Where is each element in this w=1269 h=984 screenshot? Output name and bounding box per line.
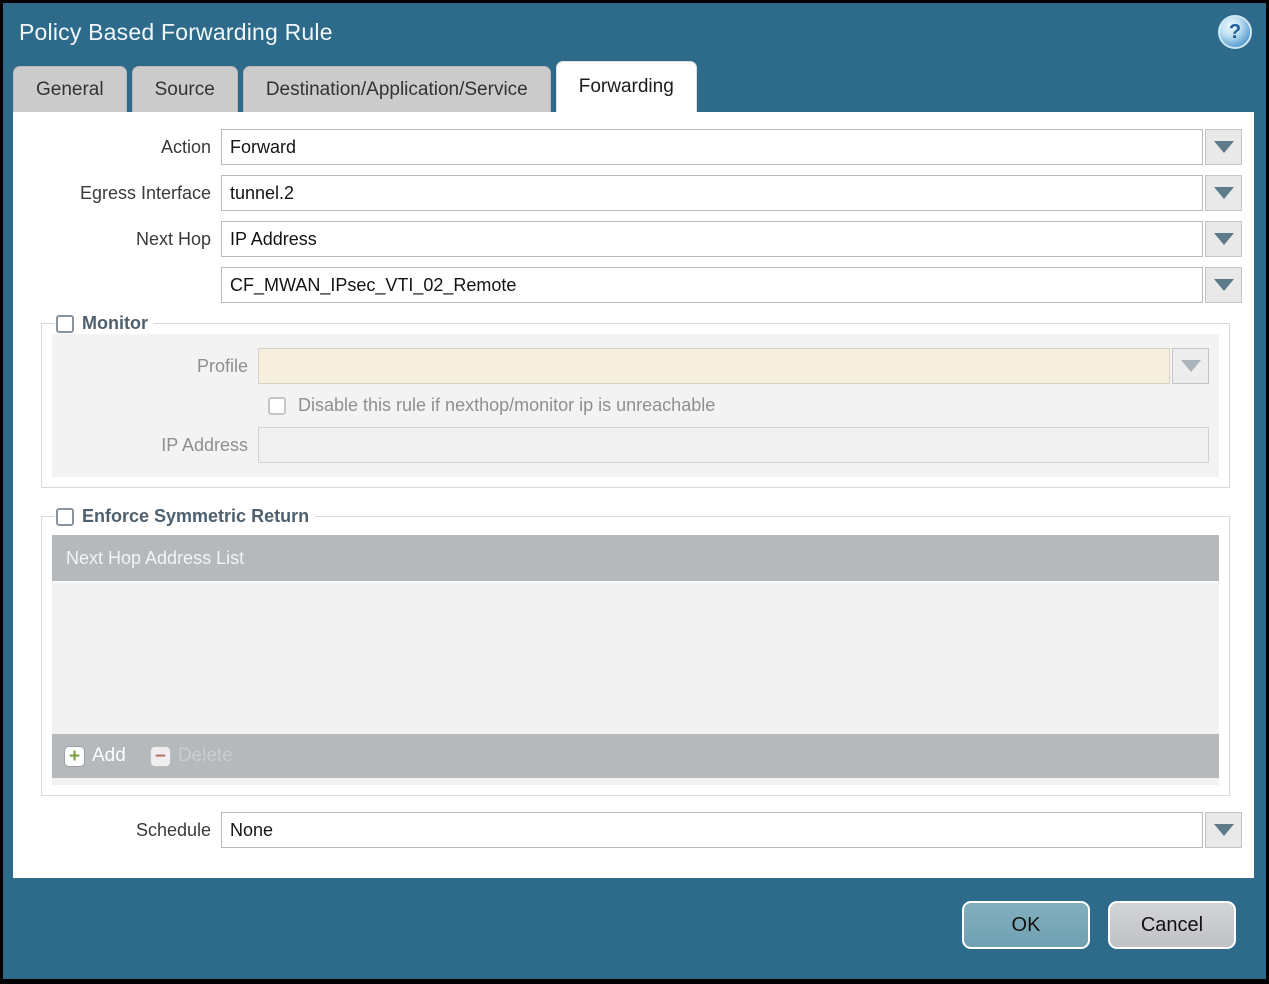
- monitor-label: Monitor: [82, 313, 148, 333]
- schedule-dropdown-button[interactable]: [1205, 812, 1242, 848]
- monitor-ip-address-input: [258, 427, 1209, 463]
- delete-button: − Delete: [149, 745, 233, 767]
- dialog-footer: OK Cancel: [3, 878, 1266, 979]
- disable-rule-label: Disable this rule if nexthop/monitor ip …: [298, 395, 716, 415]
- monitor-legend: Monitor: [54, 313, 154, 334]
- egress-interface-dropdown-button[interactable]: [1205, 175, 1242, 211]
- cancel-button[interactable]: Cancel: [1108, 901, 1236, 949]
- chevron-down-icon: [1213, 279, 1234, 291]
- schedule-select[interactable]: None: [221, 812, 1203, 848]
- next-hop-address-select[interactable]: CF_MWAN_IPsec_VTI_02_Remote: [221, 267, 1203, 303]
- tab-bar: General Source Destination/Application/S…: [3, 61, 1266, 112]
- dialog-title: Policy Based Forwarding Rule: [19, 18, 333, 45]
- chevron-down-icon: [1180, 360, 1201, 372]
- titlebar: Policy Based Forwarding Rule ?: [3, 3, 1266, 61]
- next-hop-address-list-table: Next Hop Address List + Add − Delete: [52, 535, 1219, 785]
- chevron-down-icon: [1213, 824, 1234, 836]
- next-hop-address-row: CF_MWAN_IPsec_VTI_02_Remote: [13, 267, 1242, 303]
- tab-general[interactable]: General: [13, 66, 127, 112]
- next-hop-address-list-header: Next Hop Address List: [52, 535, 1219, 581]
- action-dropdown-button[interactable]: [1205, 129, 1242, 165]
- profile-select: [258, 348, 1170, 384]
- monitor-ip-address-label: IP Address: [161, 434, 248, 455]
- action-row: Action Forward: [13, 129, 1242, 165]
- egress-interface-select[interactable]: tunnel.2: [221, 175, 1203, 211]
- action-select[interactable]: Forward: [221, 129, 1203, 165]
- table-footer-strip: [52, 778, 1219, 785]
- schedule-label: Schedule: [135, 819, 211, 840]
- chevron-down-icon: [1213, 141, 1234, 153]
- profile-dropdown-button: [1172, 348, 1209, 384]
- egress-interface-label: Egress Interface: [79, 182, 211, 203]
- next-hop-address-list-body[interactable]: [52, 581, 1219, 734]
- tab-destination-application-service[interactable]: Destination/Application/Service: [242, 66, 551, 112]
- monitor-ip-address-row: IP Address: [62, 427, 1209, 463]
- chevron-down-icon: [1213, 233, 1234, 245]
- delete-button-label: Delete: [177, 745, 233, 766]
- add-button-label: Add: [92, 745, 126, 766]
- enforce-symmetric-return-label: Enforce Symmetric Return: [82, 506, 310, 526]
- disable-rule-checkbox: [268, 396, 286, 415]
- enforce-symmetric-return-legend: Enforce Symmetric Return: [54, 506, 315, 527]
- next-hop-type-select[interactable]: IP Address: [221, 221, 1203, 257]
- tab-source[interactable]: Source: [131, 66, 238, 112]
- monitor-checkbox[interactable]: [56, 314, 74, 333]
- schedule-row: Schedule None: [13, 812, 1242, 848]
- next-hop-dropdown-button[interactable]: [1205, 221, 1242, 257]
- enforce-symmetric-return-checkbox[interactable]: [56, 507, 74, 526]
- add-icon: +: [64, 745, 85, 767]
- action-label: Action: [160, 136, 211, 157]
- profile-label: Profile: [196, 355, 248, 376]
- add-button[interactable]: + Add: [64, 745, 126, 767]
- policy-based-forwarding-dialog: Policy Based Forwarding Rule ? General S…: [0, 0, 1269, 984]
- disable-rule-row: Disable this rule if nexthop/monitor ip …: [62, 395, 1209, 416]
- enforce-symmetric-return-fieldset: Enforce Symmetric Return Next Hop Addres…: [41, 506, 1230, 796]
- profile-row: Profile: [62, 348, 1209, 384]
- tab-forwarding[interactable]: Forwarding: [555, 61, 697, 112]
- help-icon[interactable]: ?: [1218, 15, 1252, 49]
- ok-button[interactable]: OK: [962, 901, 1090, 949]
- forwarding-tab-panel: Action Forward Egress Interface tunnel.2…: [13, 112, 1254, 878]
- next-hop-row: Next Hop IP Address: [13, 221, 1242, 257]
- egress-interface-row: Egress Interface tunnel.2: [13, 175, 1242, 211]
- chevron-down-icon: [1213, 187, 1234, 199]
- monitor-fieldset: Monitor Profile Disable this rule if nex…: [41, 313, 1230, 488]
- next-hop-address-dropdown-button[interactable]: [1205, 267, 1242, 303]
- next-hop-label: Next Hop: [135, 228, 211, 249]
- next-hop-address-list-toolbar: + Add − Delete: [52, 734, 1219, 778]
- monitor-body: Profile Disable this rule if nexthop/mon…: [52, 334, 1219, 477]
- delete-icon: −: [149, 745, 171, 767]
